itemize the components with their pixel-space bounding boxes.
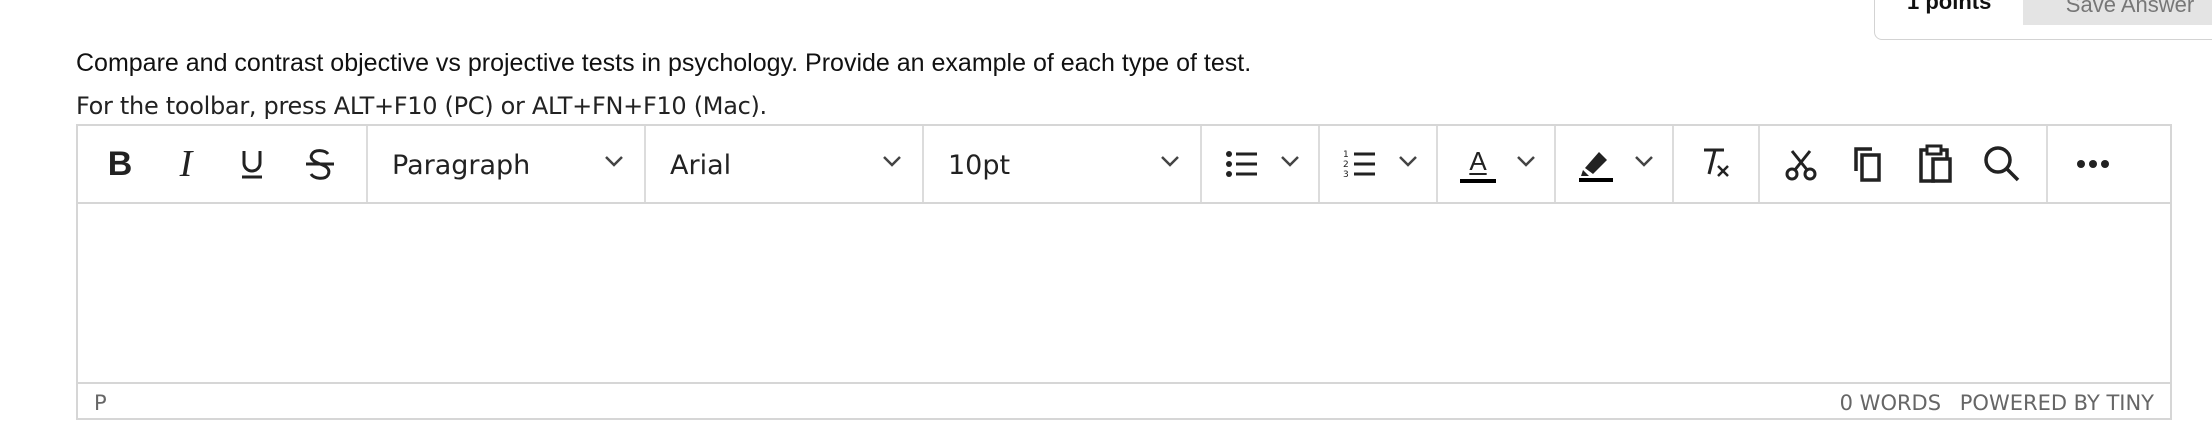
text-color-button[interactable]: A xyxy=(1458,142,1498,186)
strikethrough-button[interactable] xyxy=(298,142,342,186)
numbered-list-split-button[interactable]: 1 2 3 xyxy=(1320,126,1438,202)
text-color-split-button[interactable]: A xyxy=(1438,126,1556,202)
statusbar-right: 0 WORDS POWERED BY TINY xyxy=(1828,391,2154,415)
toolbar-hint: For the toolbar, press ALT+F10 (PC) or A… xyxy=(76,92,767,120)
font-family-dropdown[interactable]: Arial xyxy=(646,126,924,202)
numbered-list-icon: 1 2 3 xyxy=(1343,150,1375,180)
more-button[interactable] xyxy=(2068,142,2118,186)
svg-text:2: 2 xyxy=(1343,160,1349,170)
paste-button[interactable] xyxy=(1914,142,1956,186)
copy-icon xyxy=(1854,147,1881,182)
format-group: B I xyxy=(78,126,368,202)
font-size-dropdown[interactable]: 10pt xyxy=(924,126,1202,202)
search-button[interactable] xyxy=(1980,142,2024,186)
editor-content-area[interactable] xyxy=(78,204,2170,382)
strikethrough-icon xyxy=(306,149,334,180)
bold-icon: B xyxy=(107,144,133,183)
points-panel: 1 points Save Answer xyxy=(1874,0,2212,40)
save-answer-button[interactable]: Save Answer xyxy=(2023,0,2212,25)
text-color-swatch xyxy=(1460,178,1496,183)
block-format-value: Paragraph xyxy=(392,150,531,181)
font-family-value: Arial xyxy=(670,150,732,181)
chevron-down-icon[interactable] xyxy=(1634,154,1654,168)
chevron-down-icon xyxy=(605,156,623,167)
rich-text-editor: B I Paragraph Arial 10pt 1 2 3 A P 0 WOR… xyxy=(76,124,2172,420)
chevron-down-icon xyxy=(883,156,901,167)
block-format-dropdown[interactable]: Paragraph xyxy=(368,126,646,202)
chevron-down-icon[interactable] xyxy=(1280,154,1300,168)
bullet-list-icon xyxy=(1226,151,1257,177)
back-chevron-icon[interactable] xyxy=(96,0,116,2)
chevron-down-icon[interactable] xyxy=(1398,154,1418,168)
points-label: 1 points xyxy=(1907,0,1992,14)
clipboard-group xyxy=(1760,126,2048,202)
bullet-list-button[interactable] xyxy=(1222,142,1262,186)
svg-text:1: 1 xyxy=(1343,150,1349,160)
word-count[interactable]: 0 WORDS xyxy=(1840,391,1941,415)
editor-toolbar: B I Paragraph Arial 10pt 1 2 3 A xyxy=(78,126,2170,204)
clear-formatting-icon xyxy=(1704,148,1729,177)
highlight-color-split-button[interactable] xyxy=(1556,126,1674,202)
chevron-down-icon xyxy=(1161,156,1179,167)
numbered-list-button[interactable]: 1 2 3 xyxy=(1340,142,1380,186)
italic-button[interactable]: I xyxy=(164,142,208,186)
underline-icon xyxy=(242,151,262,179)
chevron-down-icon[interactable] xyxy=(1516,154,1536,168)
underline-button[interactable] xyxy=(230,142,274,186)
italic-icon: I xyxy=(179,143,193,185)
cut-icon xyxy=(1785,150,1817,181)
highlight-button[interactable] xyxy=(1576,142,1616,186)
question-text: Compare and contrast objective vs projec… xyxy=(76,49,1252,77)
cut-button[interactable] xyxy=(1780,142,1822,186)
text-color-icon: A xyxy=(1469,145,1487,176)
search-icon xyxy=(1984,146,2020,182)
clear-formatting-group xyxy=(1674,126,1760,202)
paste-icon xyxy=(1919,144,1952,183)
copy-button[interactable] xyxy=(1846,142,1888,186)
highlight-icon xyxy=(1579,152,1613,182)
font-size-value: 10pt xyxy=(948,150,1011,181)
powered-by-link[interactable]: POWERED BY TINY xyxy=(1960,391,2154,415)
svg-text:3: 3 xyxy=(1343,170,1349,180)
bullet-list-split-button[interactable] xyxy=(1202,126,1320,202)
clear-formatting-button[interactable] xyxy=(1696,142,1736,186)
bold-button[interactable]: B xyxy=(98,142,142,186)
element-path[interactable]: P xyxy=(94,391,107,415)
more-icon xyxy=(2077,160,2109,168)
editor-statusbar: P 0 WORDS POWERED BY TINY xyxy=(78,382,2170,418)
